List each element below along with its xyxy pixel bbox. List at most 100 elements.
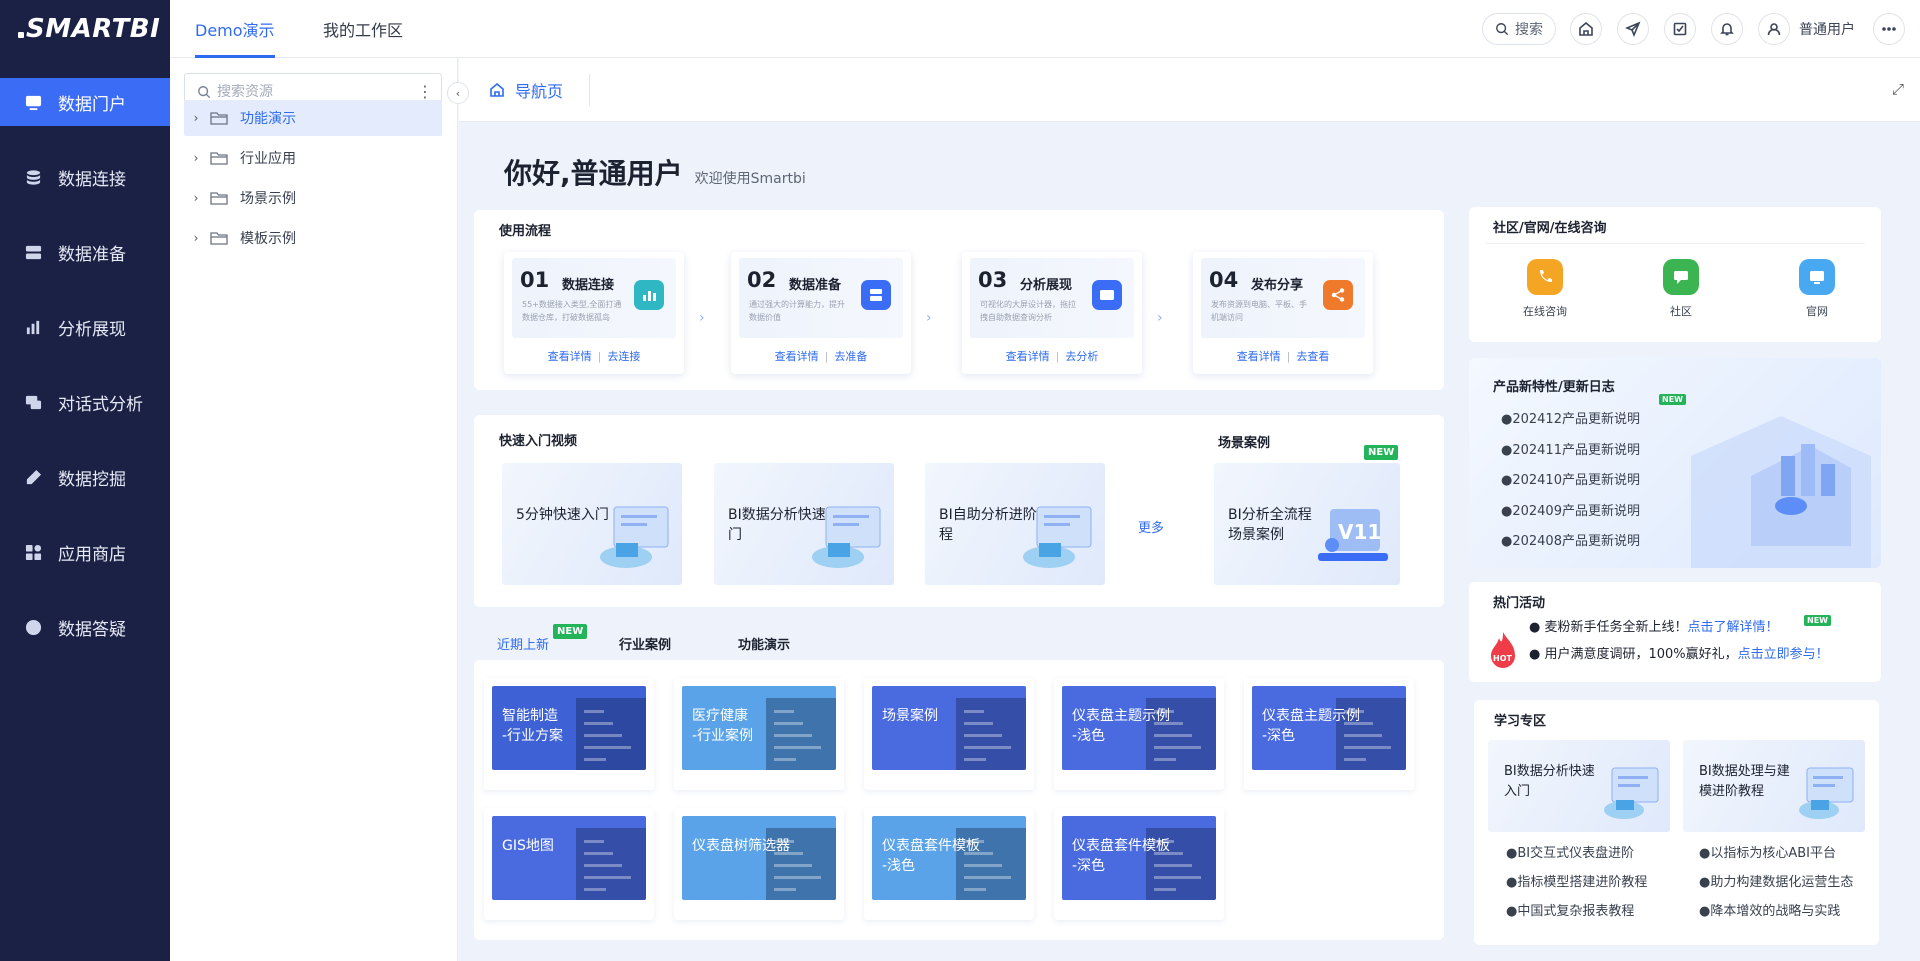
tree-item[interactable]: › 行业应用 xyxy=(184,140,442,176)
scene-case-card[interactable]: BI分析全流程场景案例 V11 xyxy=(1214,463,1400,585)
flow-step: 03 分析展现 可视化的大屏设计器，拖拉拽自助数据查询分析 查看详情 | 去分析 xyxy=(962,252,1142,374)
bell-icon xyxy=(1720,23,1734,36)
learning-link[interactable]: ●降本增效的战略与实践 xyxy=(1699,902,1853,931)
update-log-item[interactable]: ●202408产品更新说明 xyxy=(1501,532,1640,563)
screen-illustration-icon xyxy=(1604,767,1659,819)
send-button[interactable] xyxy=(1617,13,1649,45)
case-card[interactable]: 仪表盘主题示例 -浅色 xyxy=(1054,678,1224,790)
view-details-link[interactable]: 查看详情 xyxy=(775,350,819,363)
video-card[interactable]: 5分钟快速入门 xyxy=(502,463,682,585)
case-card[interactable]: 仪表盘树筛选器 xyxy=(674,808,844,920)
update-log-item[interactable]: ●202409产品更新说明 xyxy=(1501,502,1640,533)
case-label: 仪表盘套件模板 -深色 xyxy=(1072,836,1170,876)
tab-demo[interactable]: Demo演示 xyxy=(195,0,275,58)
screen-illustration-icon xyxy=(1023,506,1092,568)
home-button[interactable] xyxy=(1570,13,1602,45)
case-card[interactable]: 医疗健康 -行业案例 xyxy=(674,678,844,790)
learning-thumb-2[interactable]: BI数据处理与建模进阶教程 xyxy=(1683,740,1865,832)
nav-item-label: 对话式分析 xyxy=(58,394,143,415)
collapse-panel-button[interactable]: ‹ xyxy=(447,82,469,104)
tree-item[interactable]: › 功能演示 xyxy=(184,100,442,136)
page-tab-bar: 导航页 ⤢ xyxy=(459,58,1920,122)
user-avatar[interactable] xyxy=(1758,13,1790,45)
activity-link[interactable]: 点击了解详情！ xyxy=(1688,620,1779,635)
chevron-right-icon[interactable]: › xyxy=(184,151,208,165)
go-action-link[interactable]: 去查看 xyxy=(1296,350,1329,363)
tab-my-workspace[interactable]: 我的工作区 xyxy=(323,0,403,58)
nav-item-3[interactable]: 分析展现 xyxy=(0,303,170,351)
user-name[interactable]: 普通用户 xyxy=(1799,19,1855,39)
folder-icon xyxy=(210,231,230,245)
case-card[interactable]: GIS地图 xyxy=(484,808,654,920)
learning-thumb-1[interactable]: BI数据分析快速入门 xyxy=(1488,740,1670,832)
case-label: 智能制造 -行业方案 xyxy=(502,706,563,746)
global-search-button[interactable]: 搜索 xyxy=(1482,13,1556,45)
community-link-label: 社区 xyxy=(1670,305,1692,318)
chevron-right-icon[interactable]: › xyxy=(184,231,208,245)
nav-item-4[interactable]: 对话式分析 xyxy=(0,378,170,426)
nav-list: 数据门户数据连接数据准备分析展现对话式分析数据挖掘应用商店数据答疑 xyxy=(0,78,170,651)
activities-card: 热门活动 HOT ● 麦粉新手任务全新上线！点击了解详情！ ● 用户满意度调研，1… xyxy=(1469,582,1881,682)
tree-item[interactable]: › 场景示例 xyxy=(184,180,442,216)
nav-item-2[interactable]: 数据准备 xyxy=(0,228,170,276)
nav-item-5[interactable]: 数据挖掘 xyxy=(0,453,170,501)
flow-step: 02 数据准备 通过强大的计算能力，提升数据价值 查看详情 | 去准备 xyxy=(731,252,911,374)
learning-link[interactable]: ●助力构建数据化运营生态 xyxy=(1699,873,1853,902)
learning-link[interactable]: ●指标模型搭建进阶教程 xyxy=(1506,873,1647,902)
community-card: 社区/官网/在线咨询 在线咨询 社区 官网 xyxy=(1469,207,1881,342)
chevron-right-icon[interactable]: › xyxy=(184,191,208,205)
community-link[interactable]: 社区 xyxy=(1651,259,1711,319)
update-log-item[interactable]: ●202411产品更新说明 xyxy=(1501,441,1640,472)
tree-item[interactable]: › 模板示例 xyxy=(184,220,442,256)
case-card[interactable]: 仪表盘主题示例 -深色 xyxy=(1244,678,1414,790)
kebab-menu-icon[interactable]: ⋮ xyxy=(417,83,433,101)
nav-item-6[interactable]: 应用商店 xyxy=(0,528,170,576)
video-card[interactable]: BI自助分析进阶教程 xyxy=(925,463,1105,585)
learning-link[interactable]: ●以指标为核心ABI平台 xyxy=(1699,844,1853,873)
case-card[interactable]: 智能制造 -行业方案 xyxy=(484,678,654,790)
chevron-left-icon: ‹ xyxy=(455,86,461,100)
nav-item-7[interactable]: 数据答疑 xyxy=(0,603,170,651)
activity-link[interactable]: 点击立即参与！ xyxy=(1738,647,1829,662)
go-action-link[interactable]: 去分析 xyxy=(1065,350,1098,363)
tab-recent[interactable]: 近期上新 xyxy=(497,634,550,664)
resource-search-input[interactable] xyxy=(217,84,397,100)
view-details-link[interactable]: 查看详情 xyxy=(1237,350,1281,363)
video-card[interactable]: BI数据分析快速入门 xyxy=(714,463,894,585)
flow-step-desc: 可视化的大屏设计器，拖拉拽自助数据查询分析 xyxy=(980,300,1076,322)
tab-industry-cases[interactable]: 行业案例 xyxy=(619,634,671,658)
community-link[interactable]: 官网 xyxy=(1787,259,1847,319)
go-action-link[interactable]: 去连接 xyxy=(607,350,640,363)
learning-thumb-text: BI数据分析快速入门 xyxy=(1504,764,1595,799)
view-details-link[interactable]: 查看详情 xyxy=(548,350,592,363)
tab-feature-demo[interactable]: 功能演示 xyxy=(738,634,790,658)
tab-navigation-page[interactable]: 导航页 xyxy=(489,74,591,106)
learning-link[interactable]: ●BI交互式仪表盘进阶 xyxy=(1506,844,1647,873)
activity-text: 用户满意度调研，100%赢好礼， xyxy=(1544,647,1738,662)
learning-link[interactable]: ●中国式复杂报表教程 xyxy=(1506,902,1647,931)
more-button[interactable] xyxy=(1873,13,1905,45)
task-button[interactable] xyxy=(1664,13,1696,45)
case-card[interactable]: 仪表盘套件模板 -浅色 xyxy=(864,808,1034,920)
case-card[interactable]: 场景案例 xyxy=(864,678,1034,790)
new-badge: NEW xyxy=(1804,615,1831,626)
flow-step-icon xyxy=(634,280,664,310)
view-details-link[interactable]: 查看详情 xyxy=(1006,350,1050,363)
notification-button[interactable] xyxy=(1711,13,1743,45)
flow-step-name: 数据准备 xyxy=(789,278,842,293)
top-bar: Demo演示 我的工作区 搜索 普通用户 xyxy=(170,0,1920,58)
more-videos-link[interactable]: 更多 xyxy=(1138,517,1164,536)
smartbi-logo[interactable]: SMARTBI xyxy=(0,0,170,58)
community-link[interactable]: 在线咨询 xyxy=(1515,259,1575,319)
nav-item-1[interactable]: 数据连接 xyxy=(0,153,170,201)
community-link-label: 在线咨询 xyxy=(1523,305,1567,318)
portal-main: 你好,普通用户 欢迎使用Smartbi 使用流程 01 数据连接 55+数据接入类型… xyxy=(459,122,1920,961)
go-action-link[interactable]: 去准备 xyxy=(834,350,867,363)
case-card[interactable]: 仪表盘套件模板 -深色 xyxy=(1054,808,1224,920)
update-log-item[interactable]: ●202410产品更新说明 xyxy=(1501,471,1640,502)
update-log-item[interactable]: ●202412产品更新说明 xyxy=(1501,410,1640,441)
nav-item-0[interactable]: 数据门户 xyxy=(0,78,170,126)
fullscreen-icon[interactable]: ⤢ xyxy=(1892,80,1904,98)
chevron-right-icon[interactable]: › xyxy=(184,111,208,125)
logo-mark-icon xyxy=(18,32,24,38)
